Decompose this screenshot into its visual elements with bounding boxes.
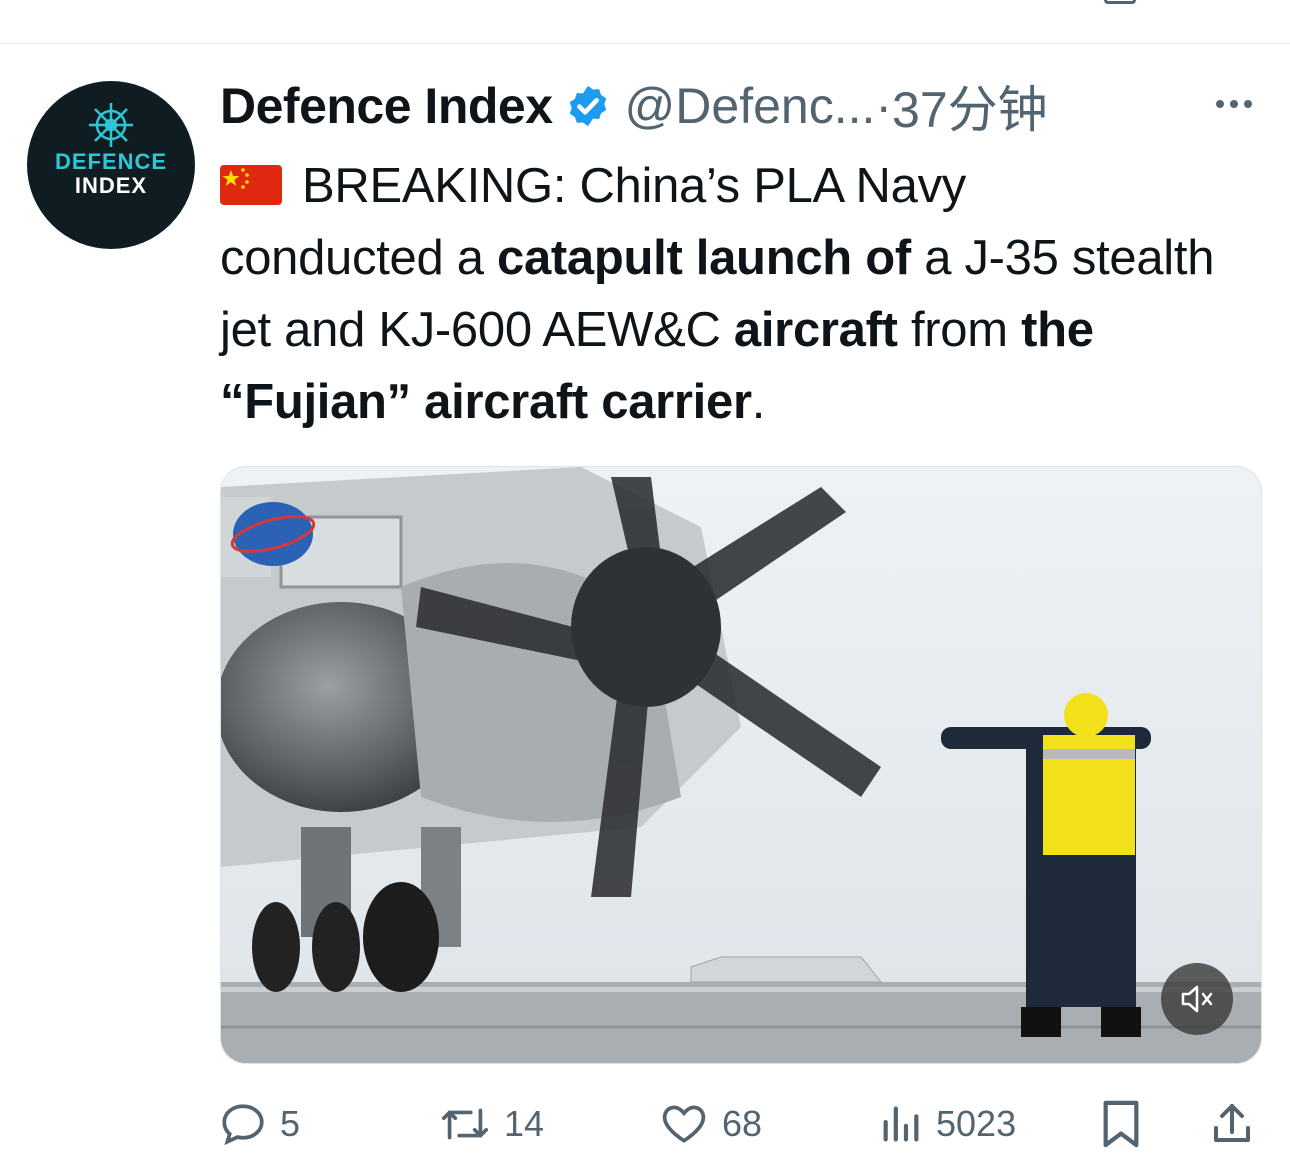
like-count: 68 xyxy=(722,1103,763,1144)
repost-button[interactable]: 14 xyxy=(438,1092,544,1156)
timestamp[interactable]: 37分钟 xyxy=(892,70,1048,142)
views-button[interactable]: 5023 xyxy=(878,1092,1016,1156)
tweet-header: Defence Index @Defenc... · 37分钟 xyxy=(220,74,1048,138)
text-part3: from xyxy=(897,303,1022,357)
tweet-text: BREAKING: China’s PLA Navy conducted a c… xyxy=(220,150,1260,438)
like-button[interactable]: 68 xyxy=(658,1092,762,1156)
reply-button[interactable]: 5 xyxy=(218,1092,300,1156)
avatar-brand-line2: INDEX xyxy=(74,173,148,198)
text-part4: . xyxy=(751,375,766,429)
avatar-brand-line1: DEFENCE xyxy=(54,149,168,174)
text-bold1: catapult launch of xyxy=(497,231,911,285)
avatar[interactable]: DEFENCE INDEX xyxy=(27,81,195,249)
text-part1: conducted a xyxy=(220,231,498,285)
bookmark-icon-partial[interactable] xyxy=(1104,0,1136,4)
top-divider xyxy=(0,43,1290,44)
views-chart-icon xyxy=(883,1106,919,1142)
reply-icon xyxy=(222,1104,264,1146)
separator: · xyxy=(875,78,893,134)
handle[interactable]: @Defenc... xyxy=(625,77,876,135)
pla-navy-logo xyxy=(229,499,317,569)
text-line1: BREAKING: China’s PLA Navy xyxy=(302,159,966,213)
heart-icon xyxy=(662,1105,706,1143)
mute-toggle-button[interactable] xyxy=(1161,963,1233,1035)
more-options-icon[interactable] xyxy=(1208,86,1260,122)
text-bold2: aircraft xyxy=(733,303,898,357)
bookmark-icon xyxy=(1103,1100,1139,1148)
share-button[interactable] xyxy=(1208,1092,1256,1156)
repost-count: 14 xyxy=(504,1103,545,1144)
video-player[interactable] xyxy=(220,466,1262,1064)
ship-wheel-icon xyxy=(89,103,133,147)
display-name[interactable]: Defence Index xyxy=(220,77,553,135)
action-bar: 5 14 68 5023 xyxy=(218,1092,1268,1156)
repost-icon xyxy=(441,1108,489,1140)
speaker-muted-icon xyxy=(1181,985,1213,1013)
share-icon xyxy=(1214,1104,1250,1142)
bookmark-button[interactable] xyxy=(1098,1092,1144,1156)
reply-count: 5 xyxy=(280,1103,301,1144)
video-frame xyxy=(221,467,1261,1063)
china-flag-icon xyxy=(220,165,282,205)
views-count: 5023 xyxy=(936,1103,1017,1144)
verified-badge-icon xyxy=(569,85,606,127)
